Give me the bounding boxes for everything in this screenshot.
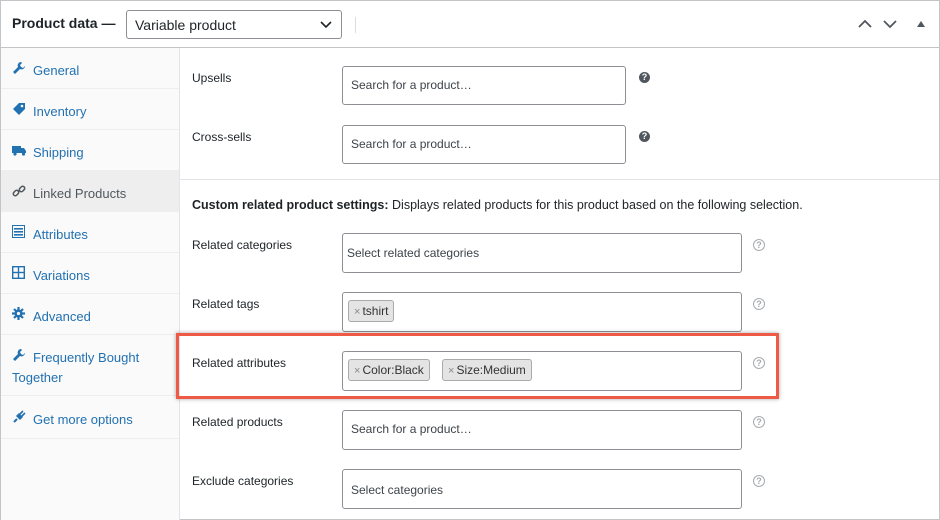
help-icon[interactable]: ?	[639, 131, 650, 142]
tab-label: Frequently Bought Together	[12, 350, 140, 385]
tab-label: Variations	[33, 268, 90, 283]
related-categories-select[interactable]: Select related categories	[342, 233, 742, 273]
tab-shipping[interactable]: Shipping	[1, 130, 179, 171]
truck-icon	[12, 146, 26, 156]
tag-icon	[13, 103, 25, 115]
tab-label: Advanced	[33, 309, 91, 324]
upsells-placeholder: Search for a product…	[351, 78, 472, 92]
list-icon	[12, 225, 25, 238]
tab-frequently-bought-together[interactable]: Frequently Bought Together	[1, 335, 179, 396]
custom-related-notice: Custom related product settings: Display…	[192, 198, 803, 212]
related-products-search-input[interactable]: Search for a product…	[342, 410, 742, 450]
collapse-toggle-icon[interactable]	[915, 13, 927, 35]
product-type-select[interactable]: Variable product	[126, 10, 342, 39]
grid-icon	[12, 266, 25, 279]
related-tags-select[interactable]: × tshirt	[342, 292, 742, 332]
move-down-icon[interactable]	[882, 13, 898, 35]
product-data-panel: Product data — Variable product General …	[0, 0, 940, 520]
panel-header: Product data — Variable product	[1, 1, 939, 48]
highlight-box	[176, 333, 779, 399]
notice-heading: Custom related product settings:	[192, 198, 389, 212]
notice-text: Displays related products for this produ…	[388, 198, 803, 212]
wrench-icon	[13, 62, 25, 74]
exclude-categories-select[interactable]: Select categories	[342, 469, 742, 509]
tab-advanced[interactable]: Advanced	[1, 294, 179, 335]
related-categories-placeholder: Select related categories	[347, 246, 480, 260]
remove-chip-icon[interactable]: ×	[354, 306, 360, 318]
tab-label: Linked Products	[33, 186, 127, 201]
panel-title: Product data —	[12, 15, 116, 31]
exclude-categories-label: Exclude categories	[192, 474, 294, 488]
related-tags-label: Related tags	[192, 297, 260, 311]
help-icon[interactable]: ?	[753, 475, 765, 487]
move-up-icon[interactable]	[857, 13, 873, 35]
section-divider	[180, 179, 939, 180]
plugin-icon	[13, 410, 26, 423]
cross-sells-search-input[interactable]: Search for a product…	[342, 125, 626, 164]
chevron-down-icon	[320, 21, 332, 29]
related-products-label: Related products	[192, 415, 283, 429]
header-separator	[355, 17, 356, 33]
tab-inventory[interactable]: Inventory	[1, 89, 179, 130]
help-icon[interactable]: ?	[753, 239, 765, 251]
cross-sells-placeholder: Search for a product…	[351, 137, 472, 151]
product-data-tabs: General Inventory Shipping Linked Produc…	[1, 48, 180, 520]
upsells-search-input[interactable]: Search for a product…	[342, 66, 626, 105]
cross-sells-label: Cross-sells	[192, 130, 252, 144]
tab-attributes[interactable]: Attributes	[1, 212, 179, 253]
tab-general[interactable]: General	[1, 48, 179, 89]
tab-label: Attributes	[33, 227, 88, 242]
tag-chip[interactable]: × tshirt	[348, 300, 395, 322]
tab-label: Shipping	[33, 145, 84, 160]
product-type-value: Variable product	[135, 17, 236, 33]
tab-get-more-options[interactable]: Get more options	[1, 396, 179, 439]
linked-products-panel: Upsells Search for a product… ? Cross-se…	[180, 48, 939, 520]
help-icon[interactable]: ?	[639, 72, 650, 83]
tab-linked-products[interactable]: Linked Products	[1, 171, 179, 212]
chip-label: tshirt	[362, 304, 389, 318]
related-categories-label: Related categories	[192, 238, 293, 252]
gear-icon	[12, 307, 25, 320]
tab-variations[interactable]: Variations	[1, 253, 179, 294]
tab-label: General	[33, 63, 80, 78]
exclude-categories-placeholder: Select categories	[351, 483, 444, 497]
link-icon	[12, 185, 26, 197]
upsells-label: Upsells	[192, 71, 232, 85]
related-products-placeholder: Search for a product…	[351, 422, 472, 436]
help-icon[interactable]: ?	[753, 298, 765, 310]
tab-label: Inventory	[33, 104, 87, 119]
tab-label: Get more options	[33, 412, 133, 427]
help-icon[interactable]: ?	[753, 416, 765, 428]
